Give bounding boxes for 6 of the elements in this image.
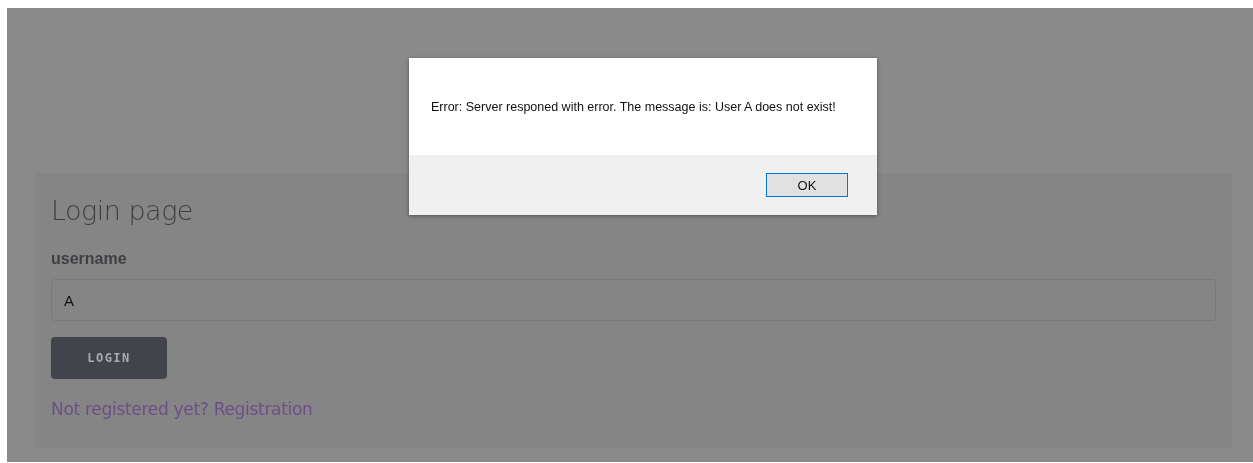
username-field[interactable]: A xyxy=(51,279,1216,321)
login-button[interactable]: LOGIN xyxy=(51,337,167,379)
ok-button[interactable]: OK xyxy=(766,173,848,197)
field-label: username xyxy=(51,249,127,269)
page-title: Login page xyxy=(51,194,193,228)
error-message: Error: Server responed with error. The message is: User A does not exist! xyxy=(431,99,836,114)
